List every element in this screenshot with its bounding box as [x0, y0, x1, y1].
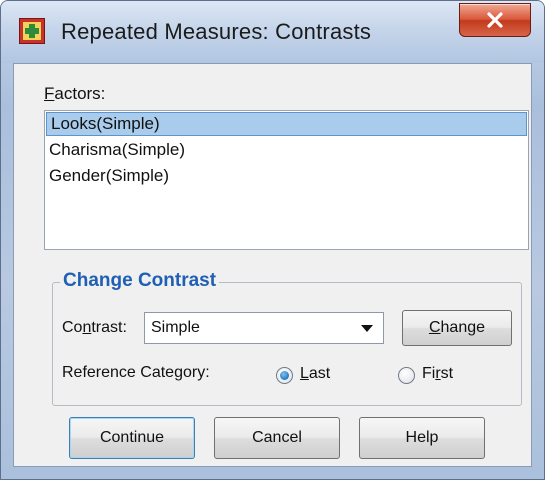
radio-last[interactable]: [276, 367, 293, 384]
help-button[interactable]: Help: [359, 417, 485, 459]
dialog-window: Repeated Measures: Contrasts Factors: Lo…: [0, 0, 545, 480]
radio-first[interactable]: [398, 367, 415, 384]
radio-first-label[interactable]: First: [422, 365, 453, 383]
chevron-down-icon: [361, 325, 373, 332]
list-item-looks[interactable]: Looks(Simple): [46, 112, 527, 136]
radio-selected-dot: [280, 371, 289, 380]
dialog-body: Factors: Looks(Simple) Charisma(Simple) …: [13, 63, 532, 467]
close-button[interactable]: [459, 3, 531, 37]
list-item-charisma[interactable]: Charisma(Simple): [45, 137, 528, 163]
window-title: Repeated Measures: Contrasts: [61, 19, 372, 44]
title-bar[interactable]: Repeated Measures: Contrasts: [1, 1, 544, 63]
close-icon: [487, 12, 503, 28]
change-button[interactable]: Change: [402, 310, 512, 346]
contrast-label: Contrast:: [62, 319, 127, 336]
contrast-select-value: Simple: [151, 319, 200, 336]
contrast-select[interactable]: Simple: [144, 312, 384, 344]
continue-button[interactable]: Continue: [69, 417, 195, 459]
change-contrast-title: Change Contrast: [60, 270, 220, 292]
radio-last-label[interactable]: Last: [300, 365, 330, 383]
reference-category-label: Reference Category:: [62, 364, 210, 381]
cancel-button[interactable]: Cancel: [214, 417, 340, 459]
list-item-gender[interactable]: Gender(Simple): [45, 163, 528, 189]
factors-label: Factors:: [44, 84, 106, 103]
factors-list[interactable]: Looks(Simple) Charisma(Simple) Gender(Si…: [44, 110, 529, 250]
spss-dialog-icon: [19, 18, 45, 44]
